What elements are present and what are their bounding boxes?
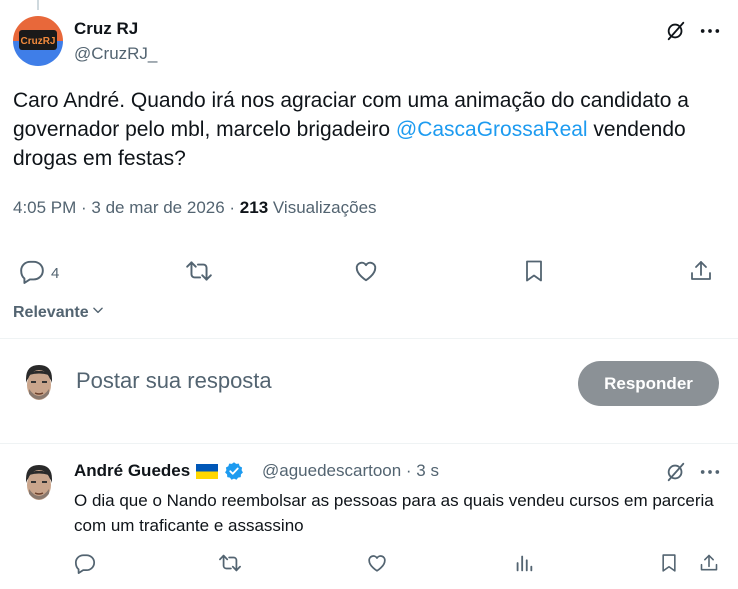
more-icon[interactable] [697,459,723,485]
avatar-logo-text: CruzRJ [20,36,55,47]
reply-time: · 3 s [401,461,439,480]
reply-author-name-text: André Guedes [74,461,191,480]
share-icon [689,258,713,288]
reply-author-avatar[interactable] [18,461,60,507]
reply-handle-text: @aguedescartoon [262,461,402,480]
reply-author-name[interactable]: André Guedes [74,461,244,481]
like-icon [353,258,379,288]
retweet-icon [185,258,213,288]
divider [0,338,738,339]
divider [0,443,738,444]
retweet-icon [218,552,242,579]
like-icon [366,552,388,579]
grok-icon[interactable] [663,18,689,44]
author-avatar[interactable]: CruzRJ [13,16,63,66]
reply-count: 4 [51,264,60,282]
bookmark-icon [659,552,679,579]
current-user-avatar[interactable] [18,361,60,407]
tweet-time[interactable]: 4:05 PM [13,198,76,217]
tweet-text: Caro André. Quando irá nos agraciar com … [13,86,725,173]
reply-actions [74,550,724,580]
author-name[interactable]: Cruz RJ [74,19,138,39]
views-icon [513,552,535,579]
reply-bookmark-button[interactable] [659,550,679,580]
reply-retweet-button[interactable] [218,550,242,580]
meta-separator-2: · [224,198,240,217]
verified-badge-icon [224,461,244,481]
chevron-down-icon [91,303,105,322]
share-button[interactable] [689,256,713,290]
more-icon[interactable] [697,18,723,44]
views-count: 213 [239,198,269,217]
reply-like-button[interactable] [366,550,388,580]
reply-submit-button[interactable]: Responder [578,361,719,406]
reply-input[interactable]: Postar sua resposta [76,368,272,394]
bookmark-icon [522,258,546,288]
reply-views-button[interactable] [513,550,535,580]
reply-author-handle[interactable]: @aguedescartoon · 3 s [262,461,439,481]
sort-dropdown[interactable]: Relevante [13,303,105,322]
author-handle[interactable]: @CruzRJ_ [74,44,157,64]
like-button[interactable] [353,256,379,290]
reply-icon [74,552,96,579]
tweet-meta: 4:05 PM · 3 de mar de 2026 · 213 Visuali… [13,198,377,218]
retweet-button[interactable] [185,256,213,290]
reply-text: O dia que o Nando reembolsar as pessoas … [74,491,714,535]
flag-icon [196,463,219,479]
views-label: Visualizações [268,198,377,217]
meta-separator: · [76,198,92,217]
reply-icon [19,258,45,288]
reply-button[interactable]: 4 [19,256,59,290]
grok-icon[interactable] [663,459,689,485]
sort-label: Relevante [13,303,89,321]
reply-reply-button[interactable] [74,550,96,580]
reply-share-button[interactable] [699,550,719,580]
bookmark-button[interactable] [522,256,546,290]
tweet-actions: 4 [13,256,725,290]
thread-connector-line [37,0,39,10]
mention-link[interactable]: @CascaGrossaReal [396,118,588,141]
share-icon [699,552,719,579]
tweet-date[interactable]: 3 de mar de 2026 [91,198,224,217]
